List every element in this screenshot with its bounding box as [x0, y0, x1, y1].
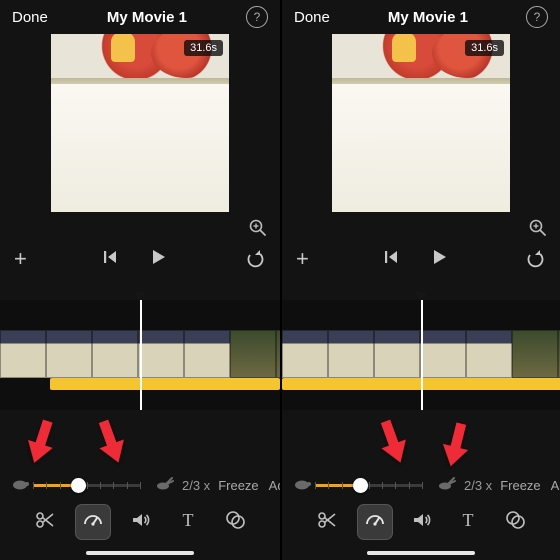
freeze-button[interactable]: Freeze	[500, 478, 540, 493]
play-icon[interactable]	[429, 247, 449, 272]
cut-tool[interactable]	[28, 505, 62, 539]
edit-toolbar: T	[0, 502, 280, 542]
add-media-button[interactable]: +	[296, 246, 309, 272]
play-icon[interactable]	[148, 247, 168, 272]
volume-icon	[130, 509, 152, 536]
svg-text:T: T	[182, 510, 193, 530]
filters-tool[interactable]	[218, 505, 252, 539]
filters-tool[interactable]	[498, 505, 532, 539]
volume-icon	[411, 509, 433, 536]
done-button[interactable]: Done	[12, 9, 48, 26]
cut-tool[interactable]	[310, 505, 344, 539]
speed-value: 2/3 x	[182, 478, 210, 493]
add-media-button[interactable]: +	[14, 246, 27, 272]
turtle-icon	[292, 477, 312, 494]
skip-start-icon[interactable]	[102, 248, 120, 271]
undo-icon[interactable]	[524, 249, 546, 269]
top-bar: Done My Movie 1?	[0, 0, 280, 34]
add-button[interactable]: Add	[551, 478, 560, 493]
zoom-icon[interactable]	[528, 218, 548, 238]
svg-text:T: T	[463, 510, 474, 530]
annotation-arrow-icon	[17, 414, 64, 470]
timeline[interactable]	[282, 300, 560, 410]
help-icon[interactable]: ?	[526, 6, 548, 28]
filters-icon	[504, 509, 526, 536]
clip-duration-badge: 31.6s	[184, 40, 223, 56]
done-button[interactable]: Done	[294, 9, 330, 26]
annotation-arrow-icon	[87, 414, 135, 471]
hare-icon	[436, 477, 456, 494]
annotation-arrow-icon	[369, 414, 417, 471]
speedo-icon	[82, 509, 104, 536]
transport-bar: +	[282, 238, 560, 280]
video-preview[interactable]: 31.6s	[332, 34, 510, 212]
transport-bar: +	[0, 238, 280, 280]
clip-duration-badge: 31.6s	[465, 40, 504, 56]
help-icon[interactable]: ?	[246, 6, 268, 28]
hare-icon	[154, 477, 174, 494]
titles-tool[interactable]: T	[451, 505, 485, 539]
speed-row: 2/3 xFreezeAddReset	[0, 472, 280, 498]
timeline[interactable]	[0, 300, 280, 410]
filters-icon	[224, 509, 246, 536]
titles-tool[interactable]: T	[171, 505, 205, 539]
text-icon: T	[457, 509, 479, 536]
audio-track[interactable]	[50, 378, 280, 390]
speed-slider[interactable]	[33, 476, 141, 494]
volume-tool[interactable]	[405, 505, 439, 539]
speed-tool[interactable]	[75, 504, 111, 540]
edit-toolbar: T	[282, 502, 560, 542]
annotation-arrow-icon	[434, 418, 479, 473]
speed-row: 2/3 xFreezeAddReset	[282, 472, 560, 498]
speedo-icon	[364, 509, 386, 536]
speed-slider[interactable]	[315, 476, 423, 494]
zoom-icon[interactable]	[248, 218, 268, 238]
undo-icon[interactable]	[244, 249, 266, 269]
scissors-icon	[34, 509, 56, 536]
top-bar: Done My Movie 1?	[282, 0, 560, 34]
volume-tool[interactable]	[124, 505, 158, 539]
speed-value: 2/3 x	[464, 478, 492, 493]
scissors-icon	[316, 509, 338, 536]
home-indicator	[86, 551, 194, 555]
playhead[interactable]	[421, 300, 423, 410]
text-icon: T	[177, 509, 199, 536]
project-title: My Movie 1	[107, 9, 187, 26]
speed-tool[interactable]	[357, 504, 393, 540]
skip-start-icon[interactable]	[383, 248, 401, 271]
turtle-icon	[10, 477, 30, 494]
freeze-button[interactable]: Freeze	[218, 478, 258, 493]
home-indicator	[367, 551, 475, 555]
video-preview[interactable]: 31.6s	[51, 34, 229, 212]
project-title: My Movie 1	[388, 9, 468, 26]
playhead[interactable]	[140, 300, 142, 410]
